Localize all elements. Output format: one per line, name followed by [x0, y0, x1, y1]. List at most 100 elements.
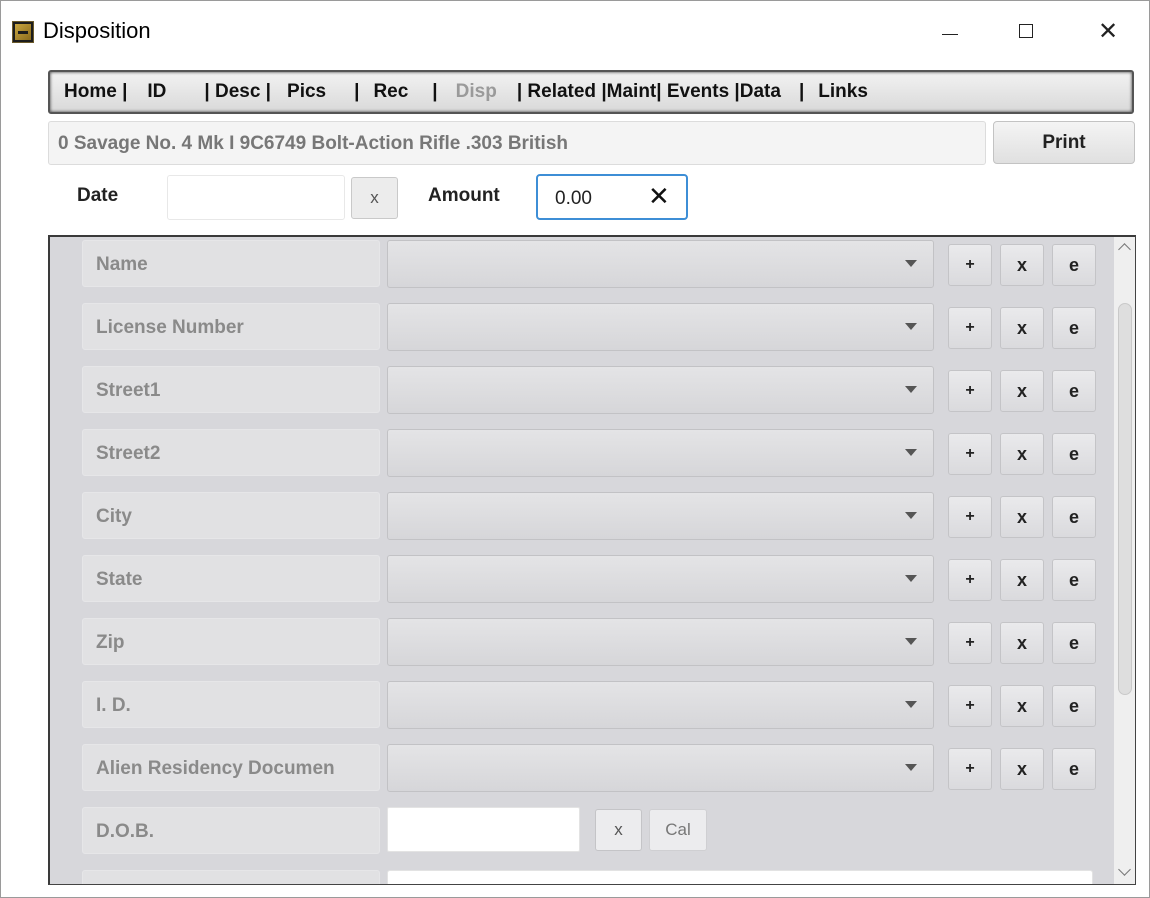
- tab-nav-bar: Home | ID | Desc | Pics | Rec | Disp | Related |…: [48, 70, 1134, 114]
- remove-button[interactable]: x: [1000, 685, 1044, 727]
- nav-tab-5[interactable]: Rec: [373, 81, 408, 103]
- edit-button[interactable]: e: [1052, 496, 1096, 538]
- form-row: Alien Residency Documen + x e: [82, 744, 1102, 792]
- form-row: Street2 + x e: [82, 429, 1102, 477]
- field-dropdown[interactable]: [387, 492, 934, 540]
- add-button[interactable]: +: [948, 559, 992, 601]
- remove-button[interactable]: x: [1000, 433, 1044, 475]
- field-dropdown[interactable]: [387, 366, 934, 414]
- date-input[interactable]: [167, 175, 345, 220]
- amount-clear-icon[interactable]: ✕: [648, 181, 670, 212]
- field-label: Street2: [82, 429, 380, 476]
- add-button[interactable]: +: [948, 748, 992, 790]
- chevron-down-icon[interactable]: [905, 512, 917, 519]
- nav-tab-13[interactable]: Links: [818, 81, 868, 103]
- form-row-dob: D.O.B. x Cal: [82, 807, 1102, 855]
- nav-tab-4: |: [354, 81, 360, 102]
- chevron-down-icon[interactable]: [905, 323, 917, 330]
- nav-tab-2[interactable]: | Desc |: [204, 81, 271, 103]
- chevron-down-icon[interactable]: [905, 575, 917, 582]
- title-bar: Disposition ✕: [1, 1, 1149, 63]
- add-button[interactable]: +: [948, 685, 992, 727]
- edit-button[interactable]: e: [1052, 685, 1096, 727]
- text-input[interactable]: [387, 870, 1093, 884]
- print-button[interactable]: Print: [993, 121, 1135, 164]
- field-label: City: [82, 492, 380, 539]
- field-label: State: [82, 555, 380, 602]
- chevron-down-icon[interactable]: [905, 638, 917, 645]
- edit-button[interactable]: e: [1052, 244, 1096, 286]
- minimize-button[interactable]: [927, 11, 973, 51]
- close-button[interactable]: ✕: [1085, 11, 1131, 51]
- field-dropdown[interactable]: [387, 681, 934, 729]
- nav-tab-1[interactable]: ID: [147, 81, 166, 103]
- scroll-thumb[interactable]: [1118, 303, 1132, 695]
- dob-clear-button[interactable]: x: [595, 809, 642, 851]
- form-row: License Number + x e: [82, 303, 1102, 351]
- nav-tab-3[interactable]: Pics: [287, 81, 326, 103]
- edit-button[interactable]: e: [1052, 622, 1096, 664]
- chevron-down-icon[interactable]: [905, 260, 917, 267]
- field-label: Alien Residency Documen: [82, 744, 380, 791]
- chevron-down-icon[interactable]: [905, 701, 917, 708]
- maximize-icon: [1019, 24, 1033, 38]
- nav-tab-11[interactable]: Data: [740, 81, 781, 103]
- form-row: Name + x e: [82, 240, 1102, 288]
- edit-button[interactable]: e: [1052, 307, 1096, 349]
- add-button[interactable]: +: [948, 370, 992, 412]
- chevron-down-icon[interactable]: [905, 386, 917, 393]
- remove-button[interactable]: x: [1000, 244, 1044, 286]
- chevron-down-icon[interactable]: [905, 764, 917, 771]
- remove-button[interactable]: x: [1000, 559, 1044, 601]
- field-dropdown[interactable]: [387, 744, 934, 792]
- form-row-partial: [82, 870, 1102, 884]
- scroll-up-icon[interactable]: [1117, 239, 1133, 255]
- calendar-button[interactable]: Cal: [649, 809, 707, 851]
- vertical-scrollbar[interactable]: [1114, 237, 1135, 884]
- dob-input[interactable]: [387, 807, 580, 852]
- edit-button[interactable]: e: [1052, 559, 1096, 601]
- scroll-down-icon[interactable]: [1117, 865, 1133, 881]
- form-row: Zip + x e: [82, 618, 1102, 666]
- disposition-form-panel: Name + x e License Number + x e Street1 + x e Street…: [48, 235, 1136, 885]
- remove-button[interactable]: x: [1000, 370, 1044, 412]
- field-dropdown[interactable]: [387, 240, 934, 288]
- edit-button[interactable]: e: [1052, 370, 1096, 412]
- add-button[interactable]: +: [948, 496, 992, 538]
- nav-tab-8[interactable]: | Related |: [517, 81, 607, 103]
- maximize-button[interactable]: [1003, 11, 1049, 51]
- field-label: Name: [82, 240, 380, 287]
- add-button[interactable]: +: [948, 433, 992, 475]
- field-dropdown[interactable]: [387, 303, 934, 351]
- amount-label: Amount: [428, 185, 500, 206]
- disposition-window: Disposition ✕ Home | ID | Desc | Pics | Rec | D…: [0, 0, 1150, 898]
- nav-tab-7[interactable]: Disp: [456, 81, 497, 103]
- nav-tab-0[interactable]: Home |: [64, 81, 127, 103]
- amount-input[interactable]: 0.00 ✕: [536, 174, 688, 220]
- remove-button[interactable]: x: [1000, 622, 1044, 664]
- amount-value: 0.00: [555, 188, 592, 209]
- date-clear-button[interactable]: x: [351, 177, 398, 219]
- edit-button[interactable]: e: [1052, 748, 1096, 790]
- record-title: 0 Savage No. 4 Mk I 9C6749 Bolt-Action R…: [48, 121, 986, 165]
- remove-button[interactable]: x: [1000, 307, 1044, 349]
- window-title: Disposition: [43, 18, 151, 43]
- add-button[interactable]: +: [948, 622, 992, 664]
- app-logo-icon: [12, 21, 34, 43]
- add-button[interactable]: +: [948, 244, 992, 286]
- remove-button[interactable]: x: [1000, 748, 1044, 790]
- nav-tab-12: |: [798, 81, 805, 102]
- remove-button[interactable]: x: [1000, 496, 1044, 538]
- edit-button[interactable]: e: [1052, 433, 1096, 475]
- field-dropdown[interactable]: [387, 429, 934, 477]
- nav-tab-9[interactable]: Maint: [607, 81, 657, 103]
- field-label: Zip: [82, 618, 380, 665]
- field-label: [82, 870, 380, 884]
- chevron-down-icon[interactable]: [905, 449, 917, 456]
- add-button[interactable]: +: [948, 307, 992, 349]
- field-dropdown[interactable]: [387, 555, 934, 603]
- field-dropdown[interactable]: [387, 618, 934, 666]
- dob-label: D.O.B.: [82, 807, 380, 854]
- close-icon: ✕: [1097, 17, 1119, 45]
- nav-tab-10[interactable]: | Events |: [656, 81, 740, 103]
